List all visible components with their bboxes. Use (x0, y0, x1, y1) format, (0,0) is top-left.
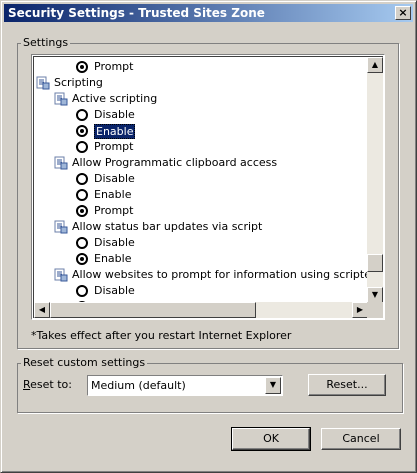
radio-button[interactable] (76, 237, 88, 249)
option-label: Enable (94, 124, 136, 139)
settings-setting-row[interactable]: Allow status bar updates via script (34, 219, 368, 235)
option-label: Disable (94, 236, 135, 249)
scroll-up-button[interactable]: ▲ (367, 57, 383, 73)
settings-radio-option[interactable]: Enable (34, 123, 368, 139)
reset-to-label: Reset to: (23, 378, 72, 391)
title-bar[interactable]: Security Settings - Trusted Sites Zone × (4, 4, 413, 22)
settings-radio-option[interactable]: Prompt (34, 139, 368, 155)
reset-button[interactable]: Reset... (308, 374, 386, 396)
ok-button-label: OK (263, 432, 279, 445)
radio-button[interactable] (76, 125, 88, 137)
settings-list-viewport: Prompt Scripting Active scripting Disable En… (33, 56, 383, 318)
option-label: Enable (94, 188, 132, 201)
scroll-right-button[interactable]: ▶ (352, 302, 368, 318)
dropdown-arrow-button[interactable]: ▼ (265, 377, 281, 394)
radio-button[interactable] (76, 189, 88, 201)
settings-group-label: Settings (21, 36, 71, 49)
option-label: Scripting (54, 76, 103, 89)
settings-setting-row[interactable]: Active scripting (34, 91, 368, 107)
horizontal-scroll-thumb[interactable] (50, 302, 256, 318)
option-label: Disable (94, 172, 135, 185)
settings-radio-option[interactable]: Enable (34, 251, 368, 267)
reset-group-label: Reset custom settings (21, 356, 148, 369)
cancel-button[interactable]: Cancel (321, 428, 401, 450)
settings-category-row[interactable]: Scripting (34, 75, 368, 91)
radio-button[interactable] (76, 61, 88, 73)
scroll-down-button[interactable]: ▼ (367, 287, 383, 303)
reset-to-label-text: eset to: (30, 378, 72, 391)
radio-button[interactable] (76, 205, 88, 217)
settings-radio-option[interactable]: Disable (34, 283, 368, 299)
reset-button-label: Reset... (326, 378, 368, 391)
chevron-down-icon: ▼ (269, 380, 277, 389)
option-label: Prompt (94, 140, 134, 153)
option-label: Prompt (94, 60, 134, 73)
script-settings-icon (36, 76, 50, 90)
reset-to-value: Medium (default) (91, 379, 186, 392)
radio-button[interactable] (76, 173, 88, 185)
radio-button[interactable] (76, 141, 88, 153)
option-label: Active scripting (72, 92, 158, 105)
radio-button[interactable] (76, 109, 88, 121)
restart-footnote: *Takes effect after you restart Internet… (31, 329, 292, 342)
security-settings-dialog: Security Settings - Trusted Sites Zone ×… (0, 0, 417, 473)
window-title: Security Settings - Trusted Sites Zone (8, 6, 265, 20)
settings-list[interactable]: Prompt Scripting Active scripting Disable En… (31, 54, 385, 320)
settings-radio-option[interactable]: Disable (34, 107, 368, 123)
horizontal-scrollbar[interactable]: ◀ ▶ (34, 302, 368, 318)
ok-button[interactable]: OK (231, 427, 311, 451)
option-label: Allow status bar updates via script (72, 220, 263, 233)
settings-setting-row[interactable]: Allow websites to prompt for information… (34, 267, 368, 283)
settings-radio-option[interactable]: Enable (34, 187, 368, 203)
script-settings-icon (54, 220, 68, 234)
script-settings-icon (54, 92, 68, 106)
option-label: Allow Programmatic clipboard access (72, 156, 278, 169)
vertical-scrollbar[interactable]: ▲ ▼ (367, 57, 383, 303)
close-icon: × (398, 6, 408, 19)
vertical-scroll-thumb[interactable] (367, 254, 383, 272)
settings-setting-row[interactable]: Allow Programmatic clipboard access (34, 155, 368, 171)
script-settings-icon (54, 156, 68, 170)
scroll-corner (367, 302, 383, 318)
close-button[interactable]: × (395, 6, 411, 20)
cancel-button-label: Cancel (342, 432, 380, 445)
radio-button[interactable] (76, 253, 88, 265)
radio-button[interactable] (76, 285, 88, 297)
settings-radio-option[interactable]: Prompt (34, 203, 368, 219)
settings-radio-option[interactable]: Disable (34, 171, 368, 187)
option-label: Enable (94, 252, 132, 265)
script-settings-icon (54, 268, 68, 282)
settings-radio-option[interactable]: Prompt (34, 59, 368, 75)
settings-tree: Prompt Scripting Active scripting Disable En… (34, 57, 368, 303)
scroll-left-button[interactable]: ◀ (34, 302, 50, 318)
reset-to-dropdown[interactable]: Medium (default) ▼ (87, 375, 283, 396)
settings-radio-option[interactable]: Disable (34, 235, 368, 251)
option-label: Prompt (94, 204, 134, 217)
option-label: Disable (94, 284, 135, 297)
option-label: Allow websites to prompt for information… (72, 268, 368, 281)
option-label: Disable (94, 108, 135, 121)
